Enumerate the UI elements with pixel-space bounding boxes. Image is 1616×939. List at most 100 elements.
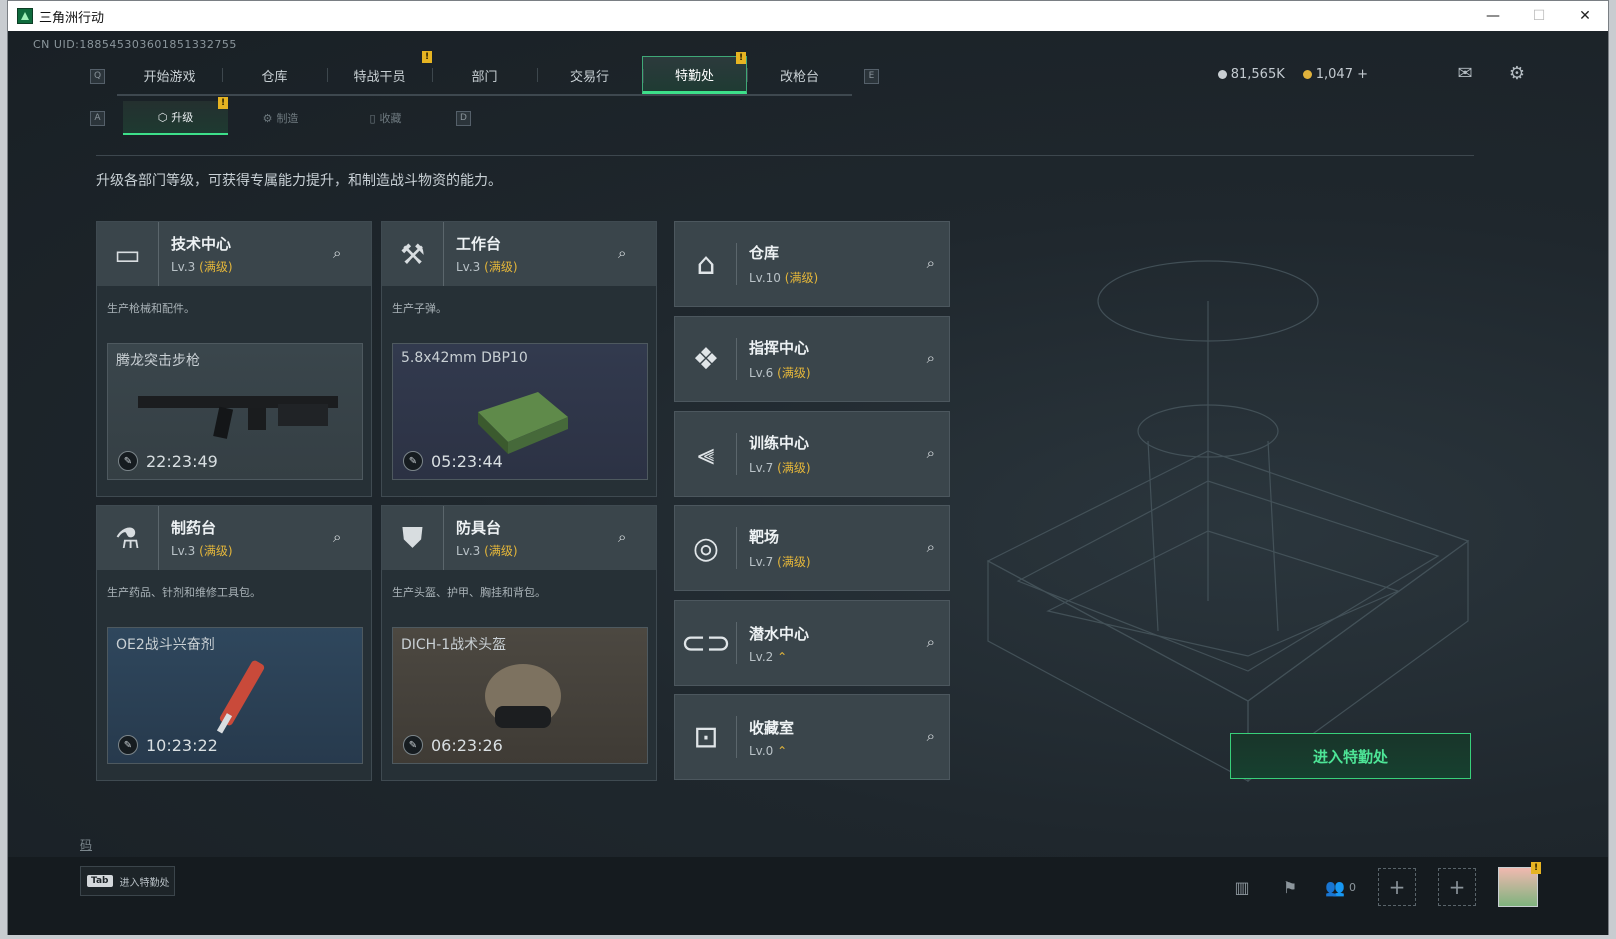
subnav-next-key[interactable]: D [456, 110, 471, 126]
add-party-slot-button[interactable]: + [1438, 868, 1476, 906]
flag-icon[interactable]: ⚑ [1277, 874, 1303, 900]
armor-icon: ⛊ [382, 506, 444, 570]
tab-shortcut-hint[interactable]: Tab 进入特勤处 [80, 866, 175, 896]
production-slot[interactable]: 5.8x42mm DBP10 ✎ 05:23:44 [392, 343, 648, 480]
wrench-icon: ✎ [118, 735, 138, 755]
stats-icon[interactable]: ▥ [1229, 874, 1255, 900]
production-timer: 05:23:44 [431, 451, 503, 471]
facility-level: Lv.7 [749, 555, 774, 569]
facility-row-collection[interactable]: ⊡ 收藏室 Lv.0 ⌃ ⌕ [674, 694, 950, 780]
tab-start-game[interactable]: 开始游戏 [117, 56, 222, 94]
avatar[interactable]: ! [1498, 862, 1541, 907]
enter-special-ops-button[interactable]: 进入特勤处 [1230, 733, 1471, 779]
facility-level: Lv.7 [749, 461, 774, 475]
tab-warehouse[interactable]: 仓库 [222, 56, 327, 94]
tab-trading[interactable]: 交易行 [537, 56, 642, 94]
facility-card-pharmacy[interactable]: ⚗ 制药台 Lv.3 (满级) ⌕ 生产药品、针剂和维修工具包。 OE2战斗兴奋剂… [96, 505, 372, 781]
facility-row-command[interactable]: ❖ 指挥中心 Lv.6 (满级) ⌕ [674, 316, 950, 402]
upgrade-icon: ⬡ [157, 110, 168, 124]
facility-name: 仓库 [749, 244, 780, 262]
search-icon[interactable]: ⌕ [927, 444, 935, 462]
subnav-prev-key[interactable]: A [90, 110, 105, 126]
facility-level: Lv.10 [749, 271, 781, 285]
search-icon[interactable]: ⌕ [333, 528, 353, 548]
facility-level: Lv.6 [749, 366, 774, 380]
search-icon[interactable]: ⌕ [927, 538, 935, 556]
gold-currency[interactable]: 1,047 + [1302, 67, 1368, 82]
uid-label: CN UID:1885453036018513327​55 [33, 38, 237, 51]
stimulant-image [216, 660, 265, 734]
subtab-collect[interactable]: ▯ 收藏 [333, 101, 438, 135]
mail-icon[interactable]: ✉ [1454, 62, 1476, 84]
max-level-tag: (满级) [484, 260, 518, 274]
code-link[interactable]: 码 [80, 836, 92, 853]
game-viewport: CN UID:1885453036018513327​55 Q 开始游戏 仓库 … [8, 31, 1608, 935]
tab-gunsmith[interactable]: 改枪台 [747, 56, 852, 94]
facility-description: 生产子弹。 [392, 302, 447, 315]
max-level-tag: (满级) [199, 260, 233, 274]
notification-badge: ! [218, 97, 228, 109]
facility-level: Lv.3 [171, 544, 196, 558]
hammer-icon: ⚒ [382, 222, 444, 286]
search-icon[interactable]: ⌕ [927, 727, 935, 745]
facility-row-range[interactable]: ◎ 靶场 Lv.7 (满级) ⌕ [674, 505, 950, 591]
tab-shortcut-label: 进入特勤处 [119, 877, 170, 889]
subtab-craft[interactable]: ⚙ 制造 [228, 101, 333, 135]
production-slot[interactable]: 腾龙突击步枪 ✎ 22:23:49 [107, 343, 363, 480]
close-button[interactable]: ✕ [1562, 1, 1608, 31]
max-level-tag: (满级) [199, 544, 233, 558]
monitor-icon: ▭ [97, 222, 159, 286]
storage-icon: ⌂ [675, 221, 737, 307]
search-icon[interactable]: ⌕ [927, 254, 935, 272]
maximize-button[interactable]: ☐ [1516, 1, 1562, 31]
tab-special-ops[interactable]: 特勤处! [642, 52, 747, 94]
ammo-box-image [478, 392, 568, 454]
app-logo-icon [17, 8, 33, 24]
product-name: 5.8x42mm DBP10 [401, 350, 528, 366]
friends-count: 0 [1349, 880, 1356, 894]
wrench-icon: ✎ [118, 451, 138, 471]
nav-prev-key[interactable]: Q [90, 68, 105, 84]
main-nav: Q 开始游戏 仓库 特战干员! 部门 交易行 特勤处! 改枪台 E [78, 51, 891, 96]
facility-name: 收藏室 [749, 718, 795, 737]
facility-card-workbench[interactable]: ⚒ 工作台 Lv.3 (满级) ⌕ 生产子弹。 5.8x42mm DBP10 ✎ 0… [381, 221, 657, 497]
facility-level: Lv.0 [749, 743, 774, 758]
facility-row-diving[interactable]: ⊂⊃ 潜水中心 Lv.2 ⌃ ⌕ [674, 600, 950, 686]
facility-name: 潜水中心 [749, 624, 810, 643]
collect-icon: ▯ [369, 111, 376, 125]
tab-operators[interactable]: 特战干员! [327, 51, 432, 94]
minimize-button[interactable]: — [1470, 1, 1516, 31]
facility-description: 生产药品、针剂和维修工具包。 [107, 586, 261, 599]
friends-icon[interactable]: 👥 0 [1325, 874, 1356, 900]
search-icon[interactable]: ⌕ [618, 244, 638, 264]
craft-icon: ⚙ [262, 111, 273, 125]
notification-badge: ! [422, 51, 432, 63]
silver-currency[interactable]: 81,565K [1217, 67, 1285, 82]
gear-icon[interactable]: ⚙ [1506, 62, 1528, 84]
tab-department[interactable]: 部门 [432, 56, 537, 94]
nav-next-key[interactable]: E [864, 68, 879, 84]
product-name: 腾龙突击步枪 [116, 353, 200, 369]
dumbbell-icon: ⫷ [675, 411, 737, 497]
search-icon[interactable]: ⌕ [927, 633, 935, 651]
search-icon[interactable]: ⌕ [618, 528, 638, 548]
search-icon[interactable]: ⌕ [927, 349, 935, 367]
production-slot[interactable]: DICH-1战术头盔 ✎ 06:23:26 [392, 627, 648, 764]
add-party-slot-button[interactable]: + [1378, 868, 1416, 906]
search-icon[interactable]: ⌕ [333, 244, 353, 264]
command-icon: ❖ [675, 316, 737, 402]
subtab-upgrade[interactable]: ⬡ 升级! [123, 97, 228, 135]
facility-card-armor-bench[interactable]: ⛊ 防具台 Lv.3 (满级) ⌕ 生产头盔、护甲、胸挂和背包。 DICH-1战术… [381, 505, 657, 781]
tab-key: Tab [87, 875, 113, 887]
production-timer: 06:23:26 [431, 735, 503, 755]
facility-row-storage[interactable]: ⌂ 仓库 Lv.10 (满级) ⌕ [674, 221, 950, 307]
facility-row-training[interactable]: ⫷ 训练中心 Lv.7 (满级) ⌕ [674, 411, 950, 497]
facility-card-tech-center[interactable]: ▭ 技术中心 Lv.3 (满级) ⌕ 生产枪械和配件。 腾龙突击步枪 ✎ 22:23… [96, 221, 372, 497]
facility-description: 生产枪械和配件。 [107, 302, 195, 315]
max-level-tag: (满级) [784, 271, 819, 285]
facility-level: Lv.2 [749, 649, 774, 664]
game-window: 三角洲行动 — ☐ ✕ CN UID:1885453036018513327​5… [7, 0, 1609, 935]
facility-name: 靶场 [749, 528, 780, 546]
production-slot[interactable]: OE2战斗兴奋剂 ✎ 10:23:22 [107, 627, 363, 764]
helmet-image [485, 664, 561, 728]
